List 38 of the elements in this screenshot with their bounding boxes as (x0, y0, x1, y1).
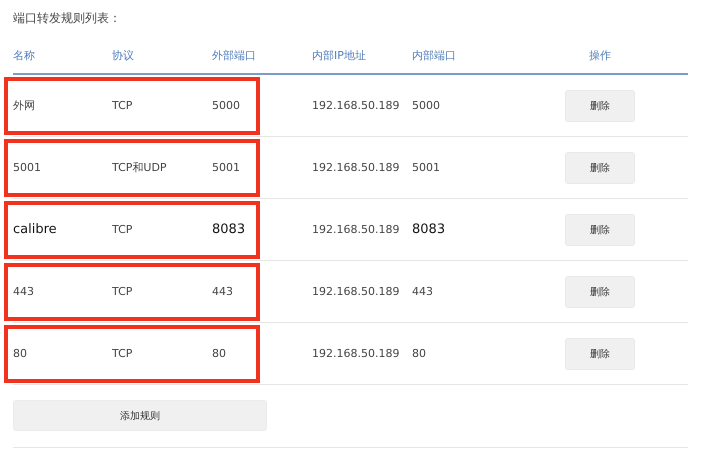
column-header: 内部端口 (412, 48, 456, 63)
column-header: 操作 (589, 48, 611, 63)
table-cell: 192.168.50.189 (312, 161, 400, 174)
table-cell: TCP (112, 223, 132, 236)
delete-button[interactable]: 删除 (565, 152, 635, 184)
table-cell: 8083 (212, 222, 246, 237)
table-cell: 80 (412, 347, 426, 360)
column-header: 协议 (112, 48, 134, 63)
table-cell: 外网 (13, 99, 35, 112)
table-cell: 443 (212, 285, 233, 298)
section-title: 端口转发规则列表： (13, 10, 122, 27)
table-cell: 192.168.50.189 (312, 99, 400, 112)
table-cell: 5000 (212, 99, 240, 112)
table-cell: 192.168.50.189 (312, 223, 400, 236)
delete-button[interactable]: 删除 (565, 338, 635, 370)
delete-button[interactable]: 删除 (565, 90, 635, 122)
table-cell: calibre (13, 222, 57, 237)
table-cell: 192.168.50.189 (312, 347, 400, 360)
delete-button[interactable]: 删除 (565, 214, 635, 246)
column-header: 内部IP地址 (312, 48, 366, 63)
delete-button[interactable]: 删除 (565, 276, 635, 308)
table-cell: TCP (112, 285, 132, 298)
table-cell: 80 (13, 347, 27, 360)
table-cell: 5001 (13, 161, 41, 174)
table-cell: 443 (412, 285, 433, 298)
table-cell: 5001 (412, 161, 440, 174)
table-cell: 80 (212, 347, 226, 360)
table-cell: 192.168.50.189 (312, 285, 400, 298)
table-cell: TCP (112, 347, 132, 360)
column-header: 外部端口 (212, 48, 256, 63)
add-rule-button[interactable]: 添加规则 (13, 400, 267, 431)
table-cell: TCP (112, 99, 132, 112)
column-header: 名称 (13, 48, 35, 63)
table-cell: 443 (13, 285, 34, 298)
table-cell: 5000 (412, 99, 440, 112)
table-cell: 8083 (412, 222, 446, 237)
table-cell: 5001 (212, 161, 240, 174)
table-cell: TCP和UDP (112, 161, 167, 174)
